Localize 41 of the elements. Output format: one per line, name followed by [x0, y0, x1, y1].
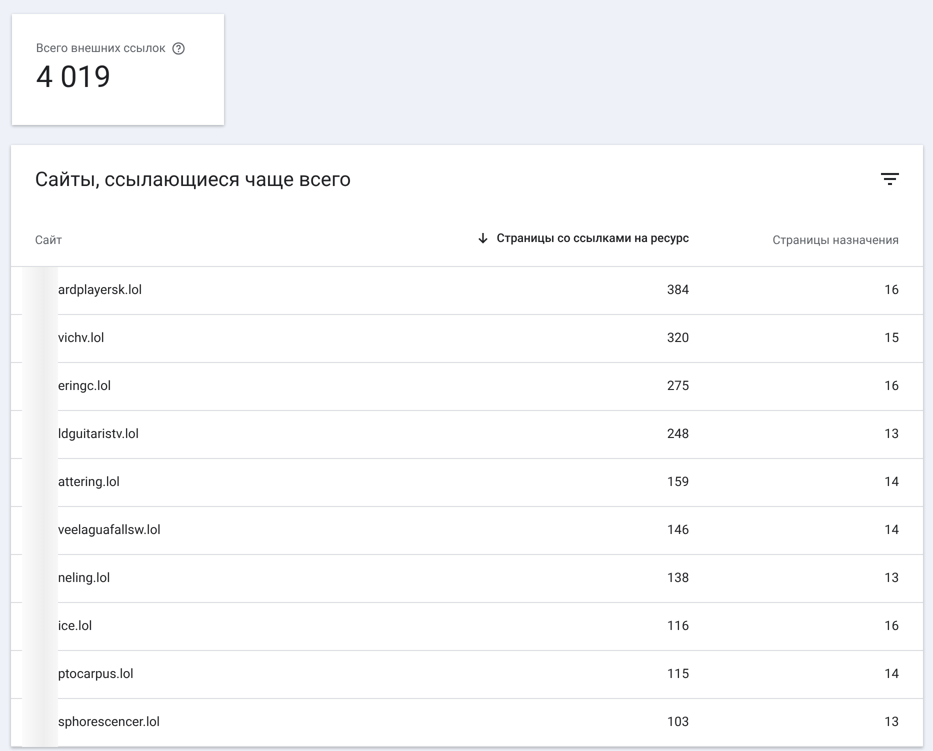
table-cell-text: 14: [883, 666, 899, 684]
summary-label: Всего внешних ссылок: [36, 40, 166, 57]
column-header[interactable]: Страницы со ссылками на ресурс: [476, 228, 689, 246]
table-cell-text: 13: [883, 570, 899, 588]
summary-value: 4 019: [36, 63, 112, 93]
card-title: Сайты, ссылающиеся чаще всего: [35, 166, 351, 193]
table-cell-text: 14: [883, 474, 899, 492]
table-cell-text: 159: [666, 474, 689, 492]
table-cell-text: 13: [883, 426, 899, 444]
site-name[interactable]: ptocarpus.lol: [58, 665, 134, 685]
sort-down-arrow-icon: [476, 232, 489, 244]
site-name[interactable]: ardplayersk.lol: [58, 281, 142, 301]
redaction-blur: [22, 699, 58, 747]
table-cell-text: 14: [883, 522, 899, 540]
table-cell-text: 16: [883, 618, 899, 636]
site-name[interactable]: eringc.lol: [58, 377, 111, 397]
table-cell-text: 16: [883, 378, 899, 396]
table-cell-text: 103: [666, 714, 689, 732]
column-header[interactable]: Сайт: [35, 230, 62, 248]
site-name[interactable]: attering.lol: [58, 473, 120, 493]
table-cell-text: 138: [666, 570, 689, 588]
table-cell-text: 320: [666, 330, 689, 348]
help-icon[interactable]: [172, 42, 185, 54]
table-cell-text: 116: [666, 618, 689, 636]
table-cell-text: 16: [883, 282, 899, 300]
table-cell-text: 248: [666, 426, 689, 444]
table-cell-text: 275: [666, 378, 689, 396]
redaction-blur: [22, 267, 58, 315]
site-name[interactable]: vichv.lol: [58, 329, 104, 349]
table-cell-text: 13: [883, 714, 899, 732]
filter-icon[interactable]: [881, 173, 899, 185]
site-name[interactable]: ldguitaristv.lol: [58, 425, 139, 445]
site-name[interactable]: ice.lol: [58, 617, 92, 637]
site-name[interactable]: sphorescencer.lol: [58, 713, 160, 733]
site-name[interactable]: veelaguafallsw.lol: [58, 521, 161, 541]
column-header[interactable]: Страницы назначения: [772, 230, 899, 248]
table-cell-text: 15: [883, 330, 899, 348]
site-name[interactable]: neling.lol: [58, 569, 110, 589]
table-cell-text: 115: [666, 666, 689, 684]
table-cell-text: 384: [666, 282, 689, 300]
table-cell-text: 146: [666, 522, 689, 540]
